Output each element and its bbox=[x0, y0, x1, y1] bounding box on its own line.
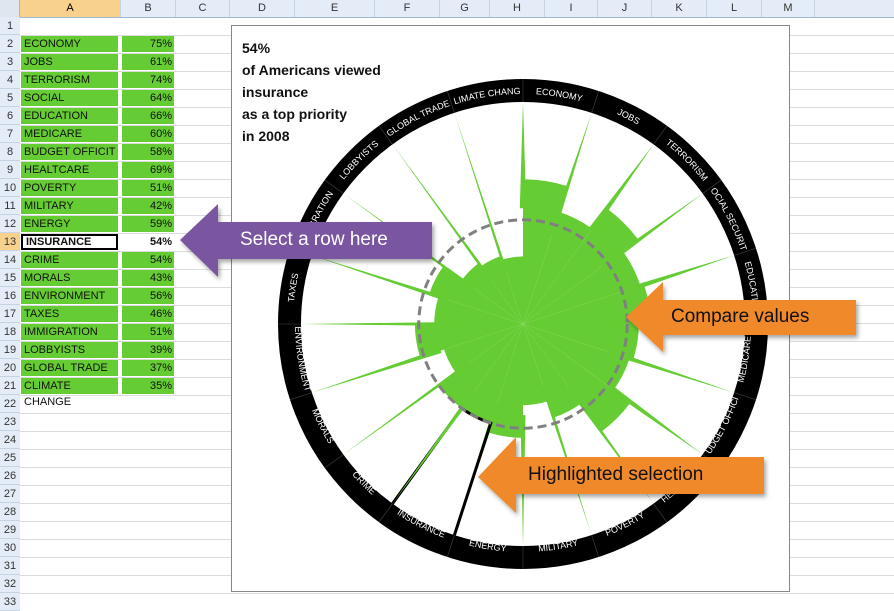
radial-chart: ECONOMYJOBSTERRORISMSOCIAL SECURITYEDUCA… bbox=[0, 0, 768, 569]
select-row-callout-text: Select a row here bbox=[240, 229, 388, 250]
compare-values-callout-text: Compare values bbox=[671, 306, 810, 327]
headline-line: in 2008 bbox=[242, 128, 290, 144]
highlighted-selection-callout-text: Highlighted selection bbox=[528, 464, 704, 485]
headline-line: of Americans viewed bbox=[242, 62, 381, 78]
headline-line: insurance bbox=[242, 84, 309, 100]
spike bbox=[607, 384, 703, 455]
headline-line: as a top priority bbox=[242, 106, 348, 122]
spike bbox=[607, 349, 735, 393]
chart-headline: 54% of Americans viewed insurance as a t… bbox=[242, 37, 381, 147]
spike bbox=[519, 102, 527, 209]
spike bbox=[311, 255, 449, 302]
spike bbox=[392, 390, 476, 504]
spike bbox=[301, 322, 452, 326]
spike bbox=[520, 415, 526, 546]
spike bbox=[454, 112, 508, 274]
headline-value: 54% bbox=[242, 40, 271, 56]
